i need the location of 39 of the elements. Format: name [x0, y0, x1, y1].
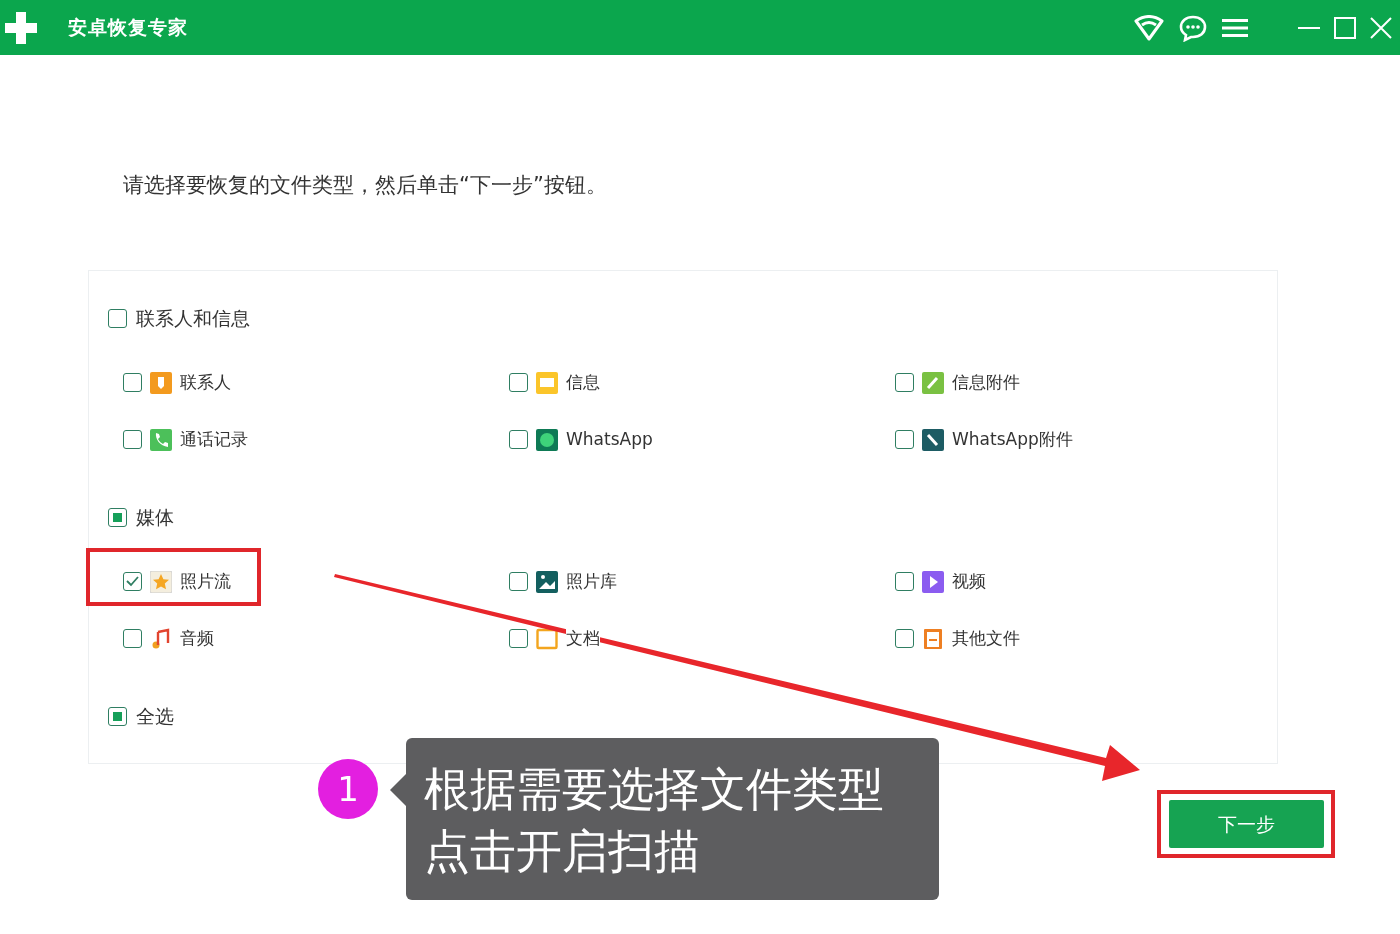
document-icon [536, 627, 558, 650]
checkbox[interactable] [123, 629, 142, 648]
close-icon[interactable] [1370, 16, 1392, 39]
checkbox[interactable] [895, 430, 914, 449]
window-title: 安卓恢复专家 [68, 15, 188, 41]
checkbox-label: 联系人和信息 [136, 305, 250, 331]
menu-icon[interactable] [1222, 16, 1248, 39]
message-icon [536, 371, 558, 394]
contact-card-icon [150, 371, 172, 394]
video-play-icon [922, 570, 944, 593]
step-badge: 1 [318, 759, 378, 819]
checkbox[interactable] [509, 629, 528, 648]
checkbox[interactable] [108, 507, 127, 527]
checkbox[interactable] [895, 572, 914, 591]
checkbox[interactable] [108, 706, 127, 726]
maximize-icon[interactable] [1334, 16, 1356, 39]
phone-icon [150, 428, 172, 451]
callout-text: 点击开启扫描 [424, 823, 701, 880]
image-icon [536, 570, 558, 593]
chat-icon[interactable] [1178, 13, 1208, 42]
checkbox[interactable] [509, 572, 528, 591]
file-icon [922, 627, 944, 650]
checkbox[interactable] [123, 572, 142, 591]
checkbox-label: 媒体 [136, 504, 174, 530]
next-button[interactable]: 下一步 [1168, 800, 1324, 848]
checkbox-label: 全选 [136, 703, 174, 729]
checkbox[interactable] [123, 373, 142, 392]
checkbox[interactable] [509, 430, 528, 449]
music-note-icon [150, 627, 172, 650]
star-icon [150, 570, 172, 593]
checkbox[interactable] [108, 308, 127, 328]
checkbox[interactable] [509, 373, 528, 392]
callout-text: 根据需要选择文件类型 [424, 761, 885, 818]
checkbox[interactable] [895, 373, 914, 392]
checkbox[interactable] [895, 629, 914, 648]
wifi-icon[interactable] [1134, 14, 1164, 41]
checkbox[interactable] [123, 430, 142, 449]
instruction-text: 请选择要恢复的文件类型，然后单击“下一步”按钮。 [122, 172, 608, 199]
logo-icon [4, 9, 38, 46]
